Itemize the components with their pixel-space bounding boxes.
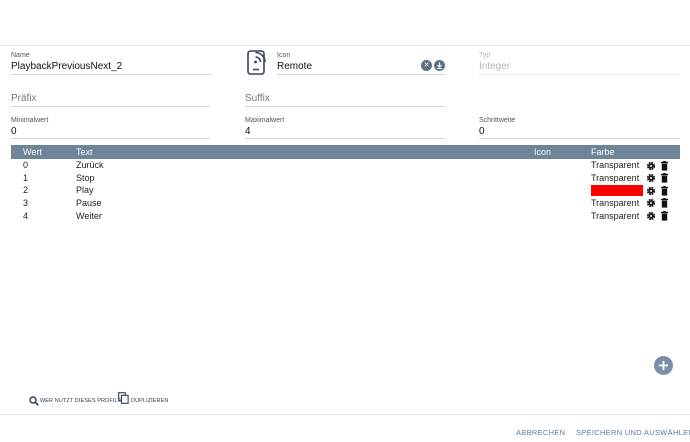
gear-icon[interactable] — [646, 173, 657, 183]
table-row: 2 Play — [11, 184, 680, 197]
suffix-field[interactable]: Suffix — [245, 92, 445, 107]
download-icon[interactable] — [434, 60, 445, 71]
duplicate-link[interactable]: DUPLIZIEREN — [131, 398, 168, 404]
max-value-value[interactable]: 4 — [245, 125, 445, 139]
row-wert: 4 — [23, 210, 29, 221]
row-text: Pause — [76, 198, 102, 209]
icon-label: Icon — [277, 52, 291, 59]
table-row: 0 Zurück Transparent — [11, 159, 680, 172]
states-table: Wert Text Icon Farbe 0 Zurück Transparent … — [11, 145, 680, 222]
footer-divider — [0, 414, 690, 415]
table-row: 1 Stop Transparent — [11, 172, 680, 185]
name-value[interactable]: PlaybackPreviousNext_2 — [11, 60, 212, 74]
gear-icon[interactable] — [646, 186, 657, 196]
trash-icon[interactable] — [660, 160, 671, 171]
max-value-field[interactable]: Maximalwert 4 — [245, 116, 445, 139]
name-label: Name — [11, 52, 30, 59]
search-icon[interactable] — [29, 393, 39, 406]
copy-icon[interactable] — [118, 391, 129, 404]
row-text: Zurück — [76, 160, 104, 171]
max-value-label: Maximalwert — [245, 117, 285, 124]
name-field[interactable]: Name PlaybackPreviousNext_2 — [11, 51, 212, 75]
typ-label: Typ — [479, 52, 491, 59]
trash-icon[interactable] — [660, 210, 671, 221]
row-wert: 3 — [23, 198, 29, 209]
table-row: 3 Pause Transparent — [11, 197, 680, 210]
min-value-label: Minimalwert — [11, 117, 49, 124]
row-farbe: Transparent — [591, 198, 640, 209]
step-label: Schrittweite — [479, 117, 516, 124]
trash-icon[interactable] — [660, 185, 671, 196]
table-header: Wert Text Icon Farbe — [11, 145, 680, 159]
row-wert: 1 — [23, 172, 29, 183]
clear-icon[interactable]: ✕ — [421, 60, 432, 71]
header-text: Text — [76, 147, 93, 157]
header-icon: Icon — [534, 147, 552, 157]
row-text: Weiter — [76, 210, 102, 221]
save-and-select-button[interactable]: SPEICHERN UND AUSWÄHLEN — [576, 428, 690, 437]
row-wert: 2 — [23, 185, 29, 196]
header-wert: Wert — [23, 147, 42, 157]
cancel-button[interactable]: ABBRECHEN — [516, 428, 565, 437]
suffix-placeholder[interactable]: Suffix — [245, 92, 445, 106]
row-farbe: Transparent — [591, 160, 640, 171]
prefix-field[interactable]: Präfix — [11, 92, 210, 107]
min-value-field[interactable]: Minimalwert 0 — [11, 116, 210, 139]
header-farbe: Farbe — [591, 147, 615, 157]
typ-field: Typ Integer — [479, 51, 680, 75]
top-bar — [0, 0, 690, 46]
trash-icon[interactable] — [660, 173, 671, 183]
remote-device-icon — [245, 48, 271, 76]
step-value[interactable]: 0 — [479, 125, 680, 139]
table-row: 4 Weiter Transparent — [11, 209, 680, 222]
row-text: Stop — [76, 172, 95, 183]
row-wert: 0 — [23, 160, 29, 171]
color-swatch — [591, 185, 643, 197]
gear-icon[interactable] — [646, 161, 657, 171]
add-row-button[interactable] — [654, 356, 673, 375]
typ-value: Integer — [479, 61, 511, 72]
gear-icon[interactable] — [646, 198, 657, 208]
row-farbe: Transparent — [591, 172, 640, 183]
trash-icon[interactable] — [660, 198, 671, 208]
who-uses-profile-link[interactable]: WER NUTZT DIESES PROFIL? — [40, 398, 121, 404]
step-field[interactable]: Schrittweite 0 — [479, 116, 680, 139]
row-farbe: Transparent — [591, 210, 640, 221]
row-text: Play — [76, 185, 94, 196]
gear-icon[interactable] — [646, 211, 657, 221]
prefix-placeholder[interactable]: Präfix — [11, 92, 210, 106]
min-value-value[interactable]: 0 — [11, 125, 210, 139]
